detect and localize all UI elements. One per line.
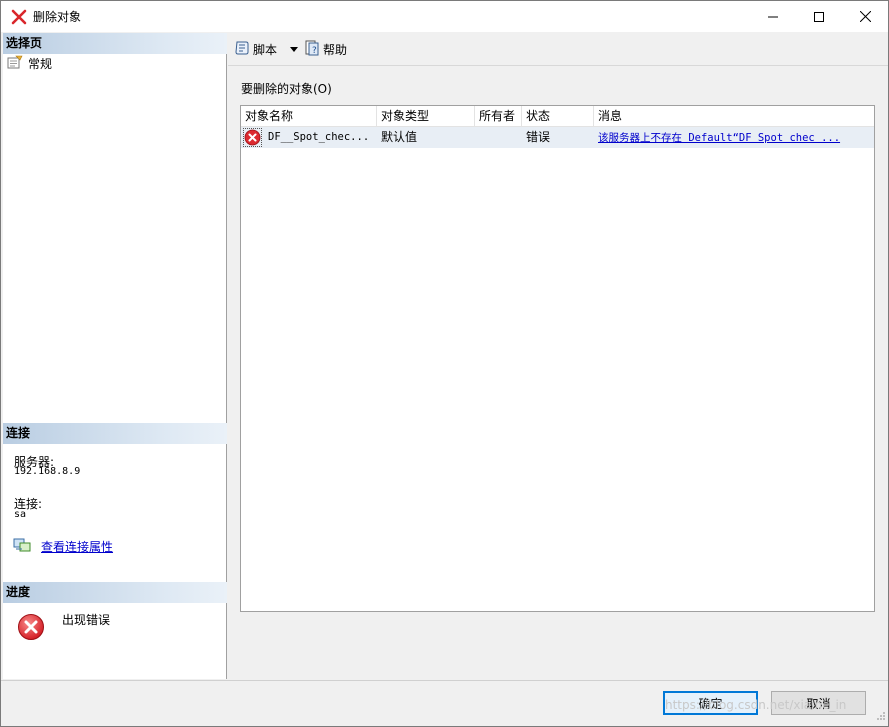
help-label: 帮助 — [323, 42, 348, 57]
connection-properties-icon — [13, 537, 31, 556]
resize-grip-icon[interactable] — [876, 710, 886, 724]
help-icon: ? — [304, 40, 320, 59]
objects-to-delete-label: 要删除的对象(O) — [241, 82, 332, 96]
page-item-label: 常规 — [28, 57, 53, 71]
delete-object-dialog: 删除对象 选择页 常规 连接 服务器: 192.168.8.9 连接: sa 查… — [0, 0, 889, 727]
minimize-icon — [768, 16, 778, 17]
page-settings-icon — [7, 55, 23, 72]
cell-owner — [475, 127, 522, 148]
column-header-status[interactable]: 状态 — [522, 106, 594, 127]
grid-header: 对象名称 对象类型 所有者 状态 消息 — [241, 106, 874, 127]
progress-header: 进度 — [3, 582, 227, 603]
page-item-general[interactable]: 常规 — [7, 55, 52, 72]
toolbar: 脚本 ? 帮助 — [228, 33, 888, 66]
error-message-link[interactable]: 该服务器上不存在 Default“DF Spot chec ... — [598, 132, 840, 144]
object-name-text: DF__Spot_chec... — [268, 131, 370, 143]
delete-x-icon — [11, 9, 27, 25]
cell-name: DF__Spot_chec... — [241, 127, 377, 148]
row-error-icon — [243, 128, 262, 147]
cell-message: 该服务器上不存在 Default“DF Spot chec ... — [594, 127, 874, 148]
script-icon — [234, 40, 250, 59]
progress-status-text: 出现错误 — [62, 613, 111, 627]
server-value: 192.168.8.9 — [14, 466, 81, 477]
script-label: 脚本 — [253, 42, 278, 57]
title-bar: 删除对象 — [1, 1, 888, 32]
column-header-owner[interactable]: 所有者 — [475, 106, 522, 127]
chevron-down-icon[interactable] — [290, 42, 299, 56]
column-header-type[interactable]: 对象类型 — [377, 106, 475, 127]
view-connection-link[interactable]: 查看连接属性 — [41, 538, 113, 555]
maximize-button[interactable] — [796, 1, 842, 32]
connection-value: sa — [14, 509, 27, 520]
svg-text:?: ? — [312, 46, 317, 56]
close-icon — [859, 11, 871, 22]
column-header-name[interactable]: 对象名称 — [241, 106, 377, 127]
close-button[interactable] — [842, 1, 888, 32]
cell-type: 默认值 — [381, 130, 418, 144]
left-pane: 选择页 常规 连接 服务器: 192.168.8.9 连接: sa 查看连接属性… — [3, 33, 227, 679]
cell-status: 错误 — [526, 130, 551, 144]
watermark-text: https://blog.csdn.net/xiaine_in — [665, 698, 847, 712]
script-button[interactable]: 脚本 — [234, 40, 299, 59]
progress-error-icon — [17, 613, 45, 644]
help-button[interactable]: ? 帮助 — [304, 40, 347, 59]
objects-grid[interactable]: 对象名称 对象类型 所有者 状态 消息 DF__Spot_chec... 默认值… — [240, 105, 875, 612]
maximize-icon — [814, 11, 824, 22]
connection-header: 连接 — [3, 423, 227, 444]
view-connection-properties[interactable]: 查看连接属性 — [13, 537, 113, 556]
select-page-header: 选择页 — [3, 33, 227, 54]
table-row[interactable]: DF__Spot_chec... 默认值 错误 该服务器上不存在 Default… — [241, 127, 874, 148]
window-title: 删除对象 — [33, 10, 82, 24]
minimize-button[interactable] — [750, 1, 796, 32]
column-header-message[interactable]: 消息 — [594, 106, 874, 127]
